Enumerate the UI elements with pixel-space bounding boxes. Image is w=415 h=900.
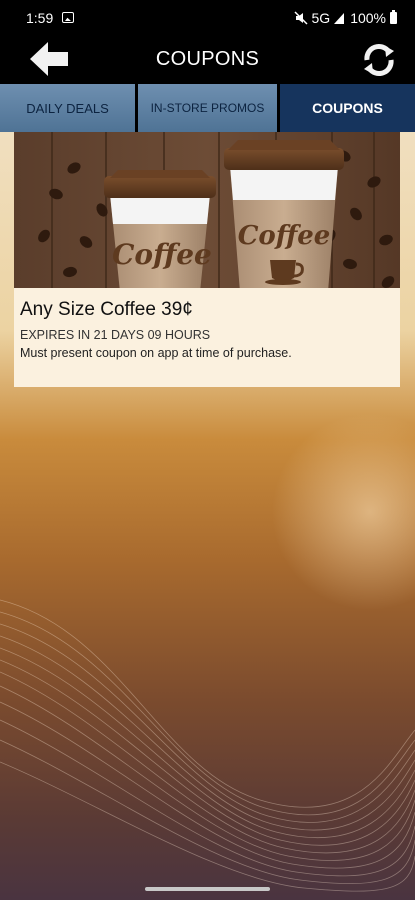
- coupon-image: Coffee Coffee: [14, 132, 400, 288]
- tab-in-store-promos[interactable]: IN-STORE PROMOS: [138, 84, 277, 132]
- cup-text-1: Coffee: [112, 238, 212, 271]
- coupon-expiry: EXPIRES IN 21 DAYS 09 HOURS: [20, 328, 211, 342]
- status-right: 5G 100%: [293, 10, 397, 26]
- app-header: COUPONS: [0, 36, 415, 84]
- refresh-icon: [364, 44, 394, 76]
- page-title: COUPONS: [155, 48, 260, 70]
- coupon-title: Any Size Coffee 39¢: [20, 299, 193, 320]
- app-screen: 1:59 5G 100% COUPONS DAILY DEALS IN-STOR…: [0, 0, 415, 900]
- status-time: 1:59: [26, 10, 54, 26]
- tab-daily-deals[interactable]: DAILY DEALS: [0, 84, 135, 132]
- background-waves: [0, 599, 415, 892]
- mute-icon: [293, 11, 308, 25]
- coupon-card[interactable]: Coffee Coffee Any Size Coffee 39¢ EXPIRE…: [14, 132, 400, 387]
- signal-icon: [334, 12, 345, 24]
- battery-icon: [390, 10, 397, 24]
- battery-label: 100%: [350, 10, 386, 26]
- gallery-icon: [62, 12, 74, 23]
- status-bar: 1:59 5G 100%: [0, 0, 415, 36]
- cup-text-2: Coffee: [238, 221, 331, 251]
- home-indicator[interactable]: [145, 887, 270, 891]
- refresh-button[interactable]: [359, 40, 399, 80]
- coupon-note: Must present coupon on app at time of pu…: [20, 346, 292, 360]
- tab-bar: DAILY DEALS IN-STORE PROMOS COUPONS: [0, 84, 415, 132]
- network-label: 5G: [311, 10, 331, 26]
- tab-coupons[interactable]: COUPONS: [280, 84, 415, 132]
